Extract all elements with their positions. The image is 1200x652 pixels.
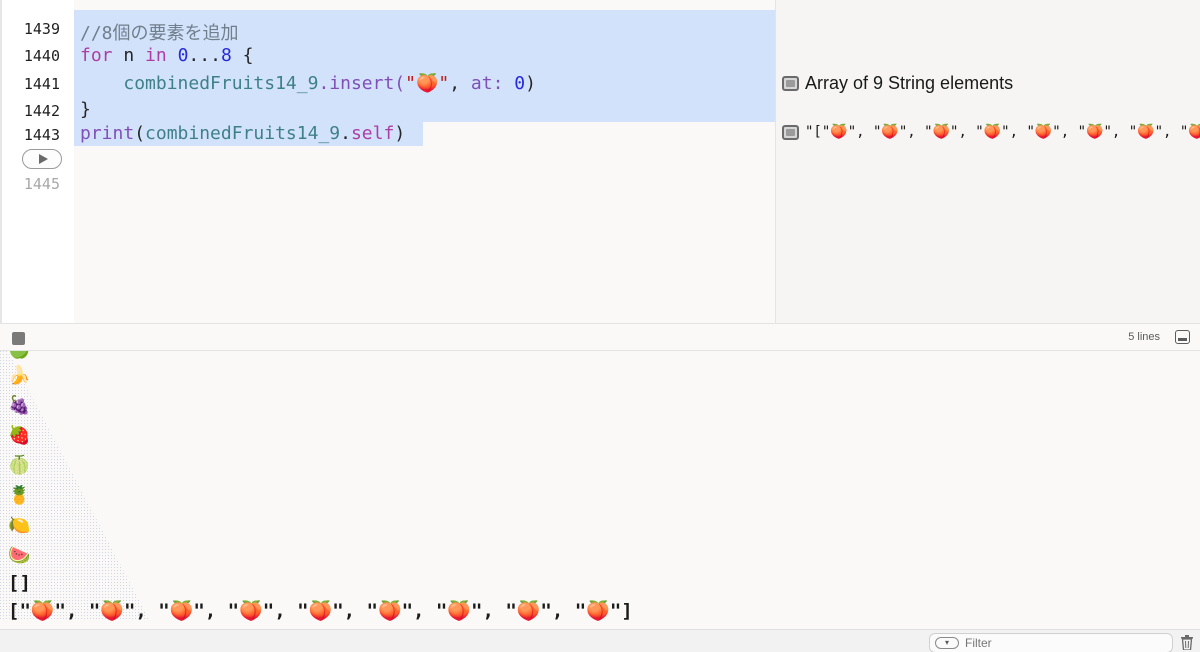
line-number: 1439 xyxy=(23,20,60,38)
filter-field[interactable]: ▾ xyxy=(929,633,1173,652)
results-sidebar xyxy=(775,0,1200,323)
line-number: 1440 xyxy=(23,47,60,65)
console-output[interactable]: 🍏 🍌 🍇 🍓 🍈 🍍 🍋 🍉 [] ["🍑", "🍑", "🍑", "🍑", … xyxy=(0,351,1200,629)
brace-open: { xyxy=(242,45,254,66)
playground-window: 1439 1440 1441 1442 1443 1445 //8個の要素を追加… xyxy=(0,0,1200,652)
line-number: 1442 xyxy=(23,102,60,120)
fruit-output: 🍈 xyxy=(8,455,31,475)
console-footer: ▾ xyxy=(0,629,1200,652)
array-identifier: combinedFruits14_9 xyxy=(123,73,319,94)
quick-look-icon[interactable] xyxy=(782,76,799,91)
code-line-comment[interactable]: //8個の要素を追加 xyxy=(80,19,239,45)
range-end: 8 xyxy=(220,45,232,66)
keyword-for: for xyxy=(80,45,113,66)
print-function: print xyxy=(80,123,135,144)
stop-icon[interactable] xyxy=(12,332,25,345)
keyword-self: self xyxy=(350,123,395,144)
argument-label: at: xyxy=(470,73,504,94)
string-literal: "🍑" xyxy=(405,73,450,94)
quick-look-icon[interactable] xyxy=(782,124,799,140)
fruit-output: 🍓 xyxy=(8,425,31,445)
toggle-panel-icon[interactable] xyxy=(1175,330,1190,344)
line-number: 1443 xyxy=(23,126,60,144)
debug-bar: 5 lines xyxy=(0,323,1200,351)
fruit-output: 🍉 xyxy=(8,545,31,565)
fruit-output: 🍍 xyxy=(8,485,31,505)
member-dot: . xyxy=(340,123,351,144)
trash-icon[interactable] xyxy=(1181,635,1193,650)
empty-array-output: [] xyxy=(8,572,31,594)
range-start: 0 xyxy=(177,45,189,66)
index-literal: 0 xyxy=(514,73,526,94)
range-operator: ... xyxy=(188,45,221,66)
insert-method: .insert( xyxy=(318,73,406,94)
line-number: 1445 xyxy=(23,175,60,193)
result-text: "["🍑", "🍑", "🍑", "🍑", "🍑", "🍑", "🍑", "🍑"… xyxy=(805,124,1200,140)
editor-area: 1439 1440 1441 1442 1443 1445 //8個の要素を追加… xyxy=(0,0,1200,323)
paren-open: ( xyxy=(134,123,146,144)
code-line-insert[interactable]: combinedFruits14_9.insert("🍑", at: 0) xyxy=(80,73,536,94)
result-text: Array of 9 String elements xyxy=(805,73,1014,93)
fruit-output-partial: 🍏 xyxy=(8,351,30,359)
run-line-button[interactable] xyxy=(22,149,62,169)
line-number: 1441 xyxy=(23,75,60,93)
filter-input[interactable] xyxy=(965,636,1155,650)
code-comment: //8個の要素を追加 xyxy=(80,23,239,44)
line-count-label: 5 lines xyxy=(1128,331,1160,343)
array-output: ["🍑", "🍑", "🍑", "🍑", "🍑", "🍑", "🍑", "🍑",… xyxy=(8,600,633,622)
brace-close: } xyxy=(80,99,91,120)
keyword-in: in xyxy=(145,45,167,66)
result-row-print[interactable]: "["🍑", "🍑", "🍑", "🍑", "🍑", "🍑", "🍑", "🍑"… xyxy=(782,124,1200,140)
code-line-close[interactable]: } xyxy=(80,99,91,120)
filter-icon[interactable]: ▾ xyxy=(935,637,959,649)
paren-close: ) xyxy=(525,73,536,94)
loop-variable: n xyxy=(123,45,135,66)
paren-close: ) xyxy=(394,123,406,144)
fruit-output: 🍋 xyxy=(8,515,31,535)
array-identifier: combinedFruits14_9 xyxy=(145,123,341,144)
fruit-output: 🍌 xyxy=(8,365,31,385)
code-line-print[interactable]: print(combinedFruits14_9.self) xyxy=(80,123,405,144)
fruit-output: 🍇 xyxy=(8,395,31,415)
result-row-array[interactable]: Array of 9 String elements xyxy=(782,73,1013,94)
play-icon xyxy=(38,154,48,164)
code-line-for[interactable]: for n in 0...8 { xyxy=(80,45,253,66)
